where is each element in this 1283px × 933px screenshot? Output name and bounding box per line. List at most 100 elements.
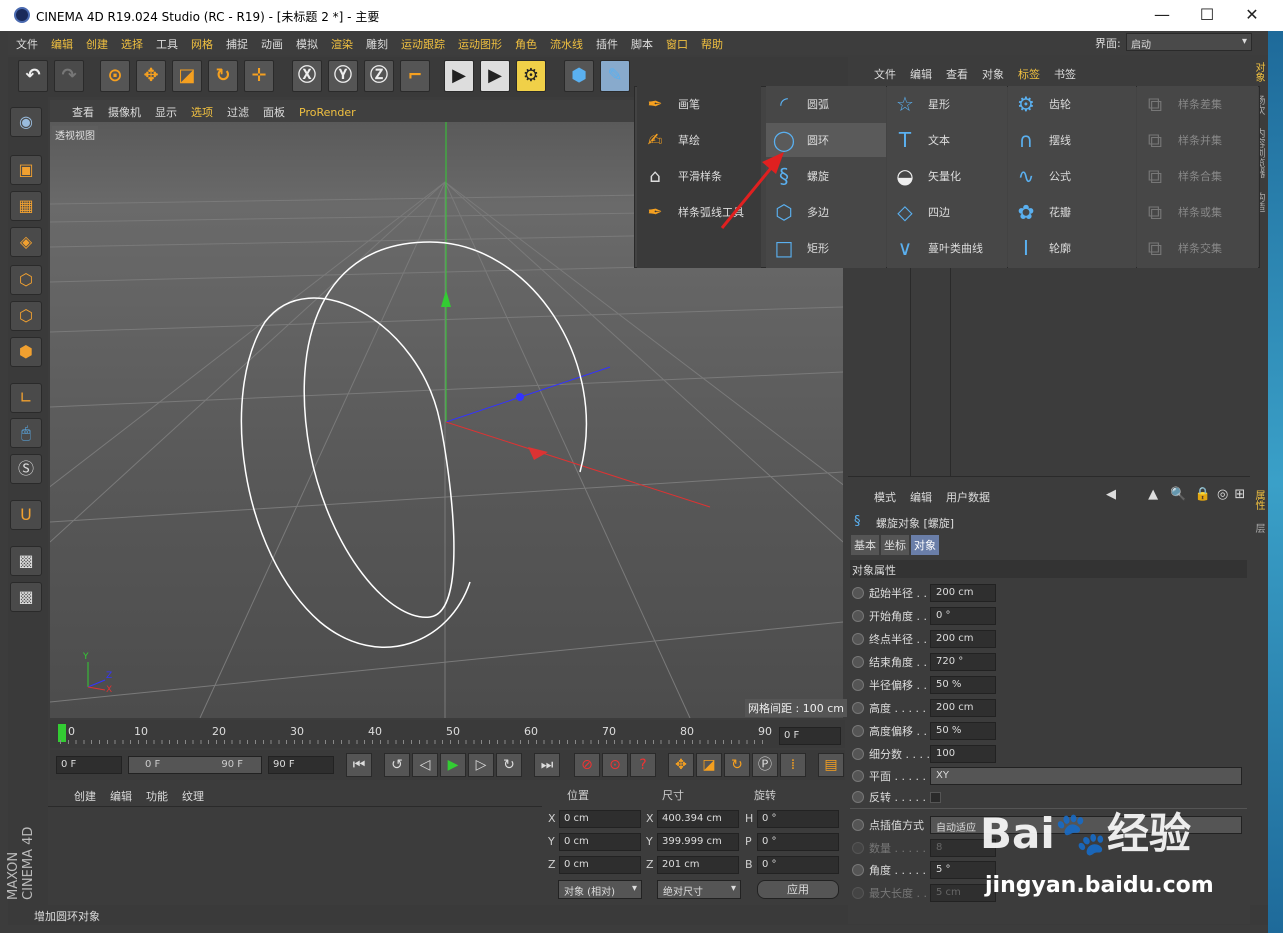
pen-spline-icon[interactable]: ✎ xyxy=(600,60,630,92)
x-axis-handle[interactable] xyxy=(528,447,548,460)
snap-icon[interactable]: Ⓢ xyxy=(10,454,42,484)
start-frame-field[interactable]: 0 F xyxy=(56,756,122,774)
attr-value-field[interactable]: 200 cm xyxy=(930,630,996,648)
rotation-b-field[interactable]: 0 ° xyxy=(757,856,839,874)
key-points-icon[interactable]: ⁞ xyxy=(780,753,806,777)
planar-workplane-icon[interactable]: ▩ xyxy=(10,582,42,612)
animate-radio[interactable] xyxy=(852,725,864,737)
palette-arc[interactable]: ◜ 圆弧 xyxy=(769,87,885,121)
mat-menu-texture[interactable]: 纹理 xyxy=(182,788,204,804)
maximize-button[interactable]: ☐ xyxy=(1195,4,1219,26)
vp-menu-options[interactable]: 选项 xyxy=(191,104,213,120)
attr-value-field[interactable]: 200 cm xyxy=(930,584,996,602)
z-axis-handle[interactable] xyxy=(516,393,524,401)
up-arrow-icon[interactable]: ▲ xyxy=(1148,487,1158,502)
palette-text[interactable]: T 文本 xyxy=(890,123,950,157)
animate-radio[interactable] xyxy=(852,610,864,622)
attr-tab-object[interactable]: 对象 xyxy=(911,535,939,555)
end-frame-field[interactable]: 90 F xyxy=(268,756,334,774)
size-y-field[interactable]: 399.999 cm xyxy=(657,833,739,851)
size-x-field[interactable]: 400.394 cm xyxy=(657,810,739,828)
position-x-field[interactable]: 0 cm xyxy=(559,810,641,828)
prev-key-icon[interactable]: ↺ xyxy=(384,753,410,777)
palette-cogwheel[interactable]: ⚙ 齿轮 xyxy=(1011,87,1071,121)
plane-select[interactable]: XY xyxy=(930,767,1242,785)
autokey-icon[interactable]: ⊙ xyxy=(602,753,628,777)
palette-cissoid[interactable]: ∨ 蔓叶类曲线 xyxy=(890,231,983,265)
layout-select[interactable]: 启动 ▾ xyxy=(1126,33,1252,51)
animate-radio[interactable] xyxy=(852,702,864,714)
animate-radio[interactable] xyxy=(852,791,864,803)
back-arrow-icon[interactable]: ◀ xyxy=(1106,487,1116,502)
redo-icon[interactable]: ↷ xyxy=(54,60,84,92)
animate-radio[interactable] xyxy=(852,887,864,899)
animate-radio[interactable] xyxy=(852,770,864,782)
animate-radio[interactable] xyxy=(852,864,864,876)
play-icon[interactable]: ▶ xyxy=(440,753,466,777)
apply-button[interactable]: 应用 xyxy=(757,880,839,899)
key-parameter-icon[interactable]: Ⓟ xyxy=(752,753,778,777)
vp-menu-display[interactable]: 显示 xyxy=(155,104,177,120)
make-editable-icon[interactable]: ◉ xyxy=(10,107,42,137)
minimize-button[interactable]: — xyxy=(1150,4,1174,26)
attr-value-field[interactable]: 0 ° xyxy=(930,607,996,625)
vp-menu-filter[interactable]: 过滤 xyxy=(227,104,249,120)
target-icon[interactable]: ◎ xyxy=(1217,487,1228,502)
om-menu-object[interactable]: 对象 xyxy=(982,66,1004,82)
mat-menu-edit[interactable]: 编辑 xyxy=(110,788,132,804)
cube-icon[interactable]: ⬢ xyxy=(564,60,594,92)
coord-mode-select[interactable]: 对象 (相对) ▾ xyxy=(558,880,642,899)
palette-sketch[interactable]: ✍ 草绘 xyxy=(640,123,700,157)
menu-motion-tracking[interactable]: 运动跟踪 xyxy=(401,36,445,52)
side-tab-attributes[interactable]: 属性 xyxy=(1253,490,1264,510)
palette-pen[interactable]: ✒ 画笔 xyxy=(640,87,700,121)
palette-vectorizer[interactable]: ◒ 矢量化 xyxy=(890,159,961,193)
palette-cycloid[interactable]: ∩ 摆线 xyxy=(1011,123,1071,157)
record-icon[interactable]: ⊘ xyxy=(574,753,600,777)
scale-tool-icon[interactable]: ◪ xyxy=(172,60,202,92)
next-frame-icon[interactable]: ▷ xyxy=(468,753,494,777)
palette-star[interactable]: ☆ 星形 xyxy=(890,87,950,121)
menu-mesh[interactable]: 网格 xyxy=(191,36,213,52)
menu-create[interactable]: 创建 xyxy=(86,36,108,52)
menu-window[interactable]: 窗口 xyxy=(666,36,688,52)
menu-script[interactable]: 脚本 xyxy=(631,36,653,52)
key-rotation-icon[interactable]: ↻ xyxy=(724,753,750,777)
edges-mode-icon[interactable]: ⬡ xyxy=(10,301,42,331)
timeline-window-icon[interactable]: ▤ xyxy=(818,753,844,777)
render-picture-viewer-icon[interactable]: ▶ xyxy=(480,60,510,92)
om-menu-view[interactable]: 查看 xyxy=(946,66,968,82)
palette-spline-intersect[interactable]: ⧉ 样条交集 xyxy=(1140,231,1222,265)
palette-spline-subtract[interactable]: ⧉ 样条差集 xyxy=(1140,87,1222,121)
side-tab-objects[interactable]: 对象 xyxy=(1253,62,1264,82)
palette-flower[interactable]: ✿ 花瓣 xyxy=(1011,195,1071,229)
attr-value-field[interactable]: 50 % xyxy=(930,722,996,740)
move-select-icon[interactable]: ⊙ xyxy=(100,60,130,92)
search-icon[interactable]: 🔍 xyxy=(1170,487,1186,502)
palette-spline-or[interactable]: ⧉ 样条或集 xyxy=(1140,195,1222,229)
key-scale-icon[interactable]: ◪ xyxy=(696,753,722,777)
tweak-mode-icon[interactable]: 🖱 xyxy=(10,418,42,448)
helix-spline[interactable] xyxy=(240,241,588,648)
menu-pipeline[interactable]: 流水线 xyxy=(550,36,583,52)
animate-radio[interactable] xyxy=(852,587,864,599)
palette-spline-union[interactable]: ⧉ 样条并集 xyxy=(1140,123,1222,157)
palette-spline-and[interactable]: ⧉ 样条合集 xyxy=(1140,159,1222,193)
recent-tool-icon[interactable]: ✛ xyxy=(244,60,274,92)
palette-profile[interactable]: I 轮廓 xyxy=(1011,231,1071,265)
animate-radio[interactable] xyxy=(852,679,864,691)
mat-menu-function[interactable]: 功能 xyxy=(146,788,168,804)
menu-render[interactable]: 渲染 xyxy=(331,36,353,52)
key-position-icon[interactable]: ✥ xyxy=(668,753,694,777)
vp-menu-prorender[interactable]: ProRender xyxy=(299,106,356,119)
new-panel-icon[interactable]: ⊞ xyxy=(1234,487,1245,502)
workplane-lock-icon[interactable]: ▩ xyxy=(10,546,42,576)
size-z-field[interactable]: 201 cm xyxy=(657,856,739,874)
menu-animate[interactable]: 动画 xyxy=(261,36,283,52)
menu-snap[interactable]: 捕捉 xyxy=(226,36,248,52)
animate-radio[interactable] xyxy=(852,819,864,831)
frame-range-slider[interactable]: 0 F 90 F xyxy=(128,756,262,774)
y-axis-icon[interactable]: Ⓨ xyxy=(328,60,358,92)
attr-tab-basic[interactable]: 基本 xyxy=(851,535,879,555)
attr-value-field[interactable]: 200 cm xyxy=(930,699,996,717)
